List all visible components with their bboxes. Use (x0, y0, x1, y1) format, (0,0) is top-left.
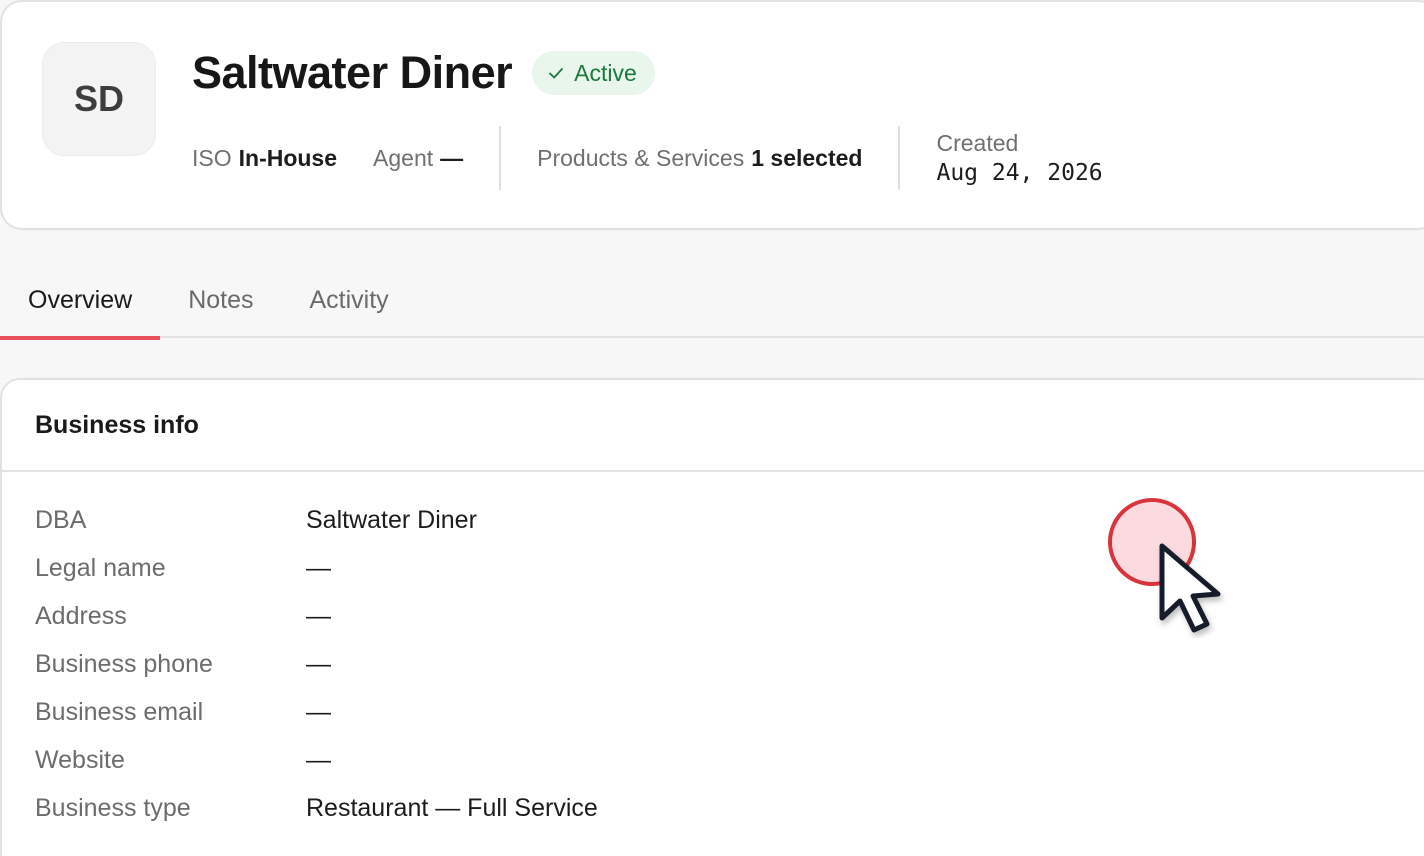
check-icon (549, 68, 564, 79)
tab-overview-label: Overview (28, 285, 133, 314)
business-info-title: Business info (35, 410, 199, 439)
info-label: Address (35, 601, 127, 630)
meta-agent-value: — (440, 144, 464, 171)
business-info-list: DBA Saltwater Diner Legal name — Address… (2, 472, 1424, 832)
meta-products-label: Products & Services (537, 144, 745, 171)
status-badge-label: Active (574, 59, 637, 86)
meta-divider (898, 126, 901, 190)
business-info-header: Business info (2, 380, 1424, 472)
meta-iso-value: In-House (238, 144, 338, 171)
tab-activity[interactable]: Activity (282, 262, 417, 338)
avatar-initials: SD (73, 78, 124, 119)
merchant-meta-row: ISO In-House Agent — Products & Services… (192, 126, 1103, 190)
meta-iso: ISO In-House (192, 145, 337, 172)
info-row-website: Website — (2, 736, 1424, 784)
merchant-detail-page: SD Saltwater Diner Active ISO In-House A… (0, 0, 1424, 856)
page-title: Saltwater Diner (192, 47, 513, 98)
info-label: Business email (35, 697, 204, 726)
tab-bar: Overview Notes Activity (0, 262, 1424, 340)
info-row-business-type: Business type Restaurant — Full Service (2, 784, 1424, 832)
info-label: Business phone (35, 649, 213, 678)
info-value: Saltwater Diner (306, 505, 477, 534)
tab-activity-label: Activity (309, 285, 389, 314)
tab-overview[interactable]: Overview (0, 262, 161, 340)
info-label: Legal name (35, 553, 166, 582)
meta-agent-label: Agent (373, 144, 434, 171)
meta-products: Products & Services 1 selected (537, 145, 862, 172)
info-row-business-email: Business email — (2, 688, 1424, 736)
title-row: Saltwater Diner Active (192, 42, 655, 104)
info-value: — (306, 745, 331, 774)
merchant-header-card: SD Saltwater Diner Active ISO In-House A… (0, 0, 1424, 230)
info-value: — (306, 553, 331, 582)
cursor-arrow-icon (1159, 543, 1221, 633)
status-badge: Active (532, 51, 655, 95)
meta-products-value: 1 selected (751, 144, 863, 171)
meta-iso-label: ISO (192, 144, 232, 171)
info-row-dba: DBA Saltwater Diner (2, 496, 1424, 544)
tab-notes[interactable]: Notes (160, 262, 281, 338)
info-value: Restaurant — Full Service (306, 793, 598, 822)
meta-created-label: Created (936, 130, 1019, 156)
info-label: DBA (35, 505, 87, 534)
info-row-business-phone: Business phone — (2, 640, 1424, 688)
avatar: SD (42, 42, 156, 156)
info-value: — (306, 649, 331, 678)
meta-divider (499, 126, 502, 190)
info-value: — (306, 601, 331, 630)
tab-notes-label: Notes (188, 285, 254, 314)
meta-created: Created Aug 24, 2026 (936, 128, 1102, 188)
meta-agent: Agent — (373, 145, 463, 172)
meta-created-value: Aug 24, 2026 (936, 160, 1103, 186)
info-label: Website (35, 745, 125, 774)
info-value: — (306, 697, 331, 726)
info-label: Business type (35, 793, 191, 822)
